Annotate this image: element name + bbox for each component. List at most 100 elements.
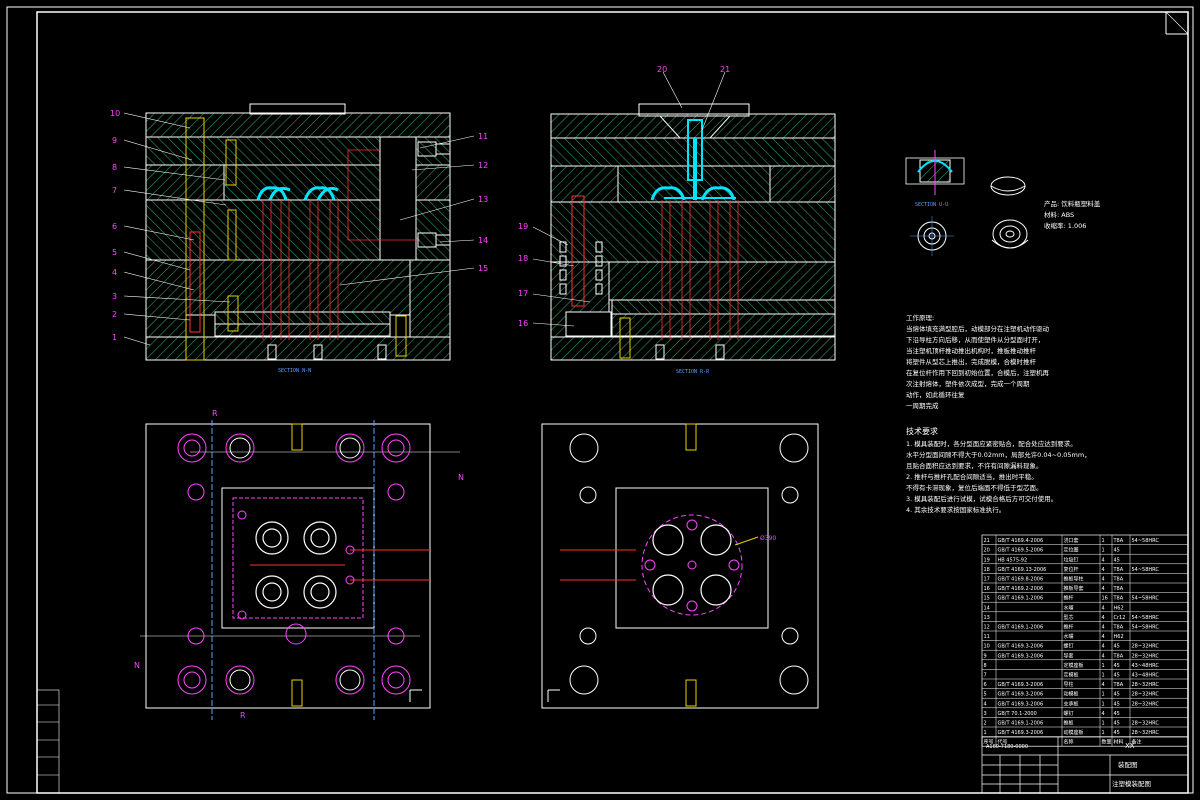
bom-cell: 4 [1102, 682, 1105, 688]
technical-requirements: 技术要求 1. 模具装配时，各分型面应紧密贴合，配合处应达到要求。 水平分型面间… [906, 426, 1091, 514]
bom-cell: 45 [1114, 701, 1120, 707]
bom-cell: T8A [1113, 596, 1124, 602]
bom-cell: T8A [1113, 682, 1124, 688]
bom-cell: 28~32HRC [1132, 701, 1160, 707]
bom-cell: 15 [984, 596, 990, 602]
bom-cell: 浇口套 [1064, 537, 1079, 544]
callout-17: 17 [518, 289, 528, 298]
bom-cell: 1 [984, 730, 987, 736]
bom-cell: 45 [1114, 721, 1120, 727]
bom-cell: GB/T 4169.13-2006 [998, 567, 1047, 573]
margin-strip [36, 689, 60, 794]
bom-cell: 4 [1102, 634, 1105, 640]
bill-of-materials: 21 GB/T 4169.4-2006 浇口套 1 T8A 54~58HRC20 GB/T … [981, 534, 1189, 747]
plan-view-left [140, 420, 460, 720]
bom-cell: 1 [1102, 692, 1105, 698]
tech-req-title: 技术要求 [906, 426, 938, 436]
bom-cell: 垃圾钉 [1064, 556, 1079, 563]
bom-cell: 支承板 [1064, 700, 1079, 707]
unit-name: XX [1125, 742, 1135, 750]
bom-cell: 43~48HRC [1132, 673, 1160, 679]
bom-cell: 16 [1102, 596, 1108, 602]
bom-cell: 定位圈 [1064, 547, 1079, 554]
cad-assembly-drawing: 10 9 8 7 6 5 4 3 2 1 11 12 13 14 15 SECT… [6, 6, 1194, 794]
bom-cell: 28~32HRC [1132, 644, 1160, 650]
bom-cell: 45 [1114, 557, 1120, 563]
bom-cell: GB/T 4169.3-2006 [998, 682, 1044, 688]
bom-cell: GB/T 4169.3-2006 [998, 701, 1044, 707]
bom-cell: 定模座板 [1064, 662, 1084, 669]
bom-cell: 6 [984, 682, 987, 688]
callout-11: 11 [478, 132, 488, 141]
bom-cell: T8A [1113, 577, 1124, 583]
view-marks: R R N N Ø390 [134, 409, 776, 720]
product-shrink: 收缩率: 1.006 [1044, 221, 1086, 230]
callout-20: 20 [657, 65, 667, 74]
work-line-8: 一周期完成 [906, 401, 939, 410]
work-line-4: 将塑件从型芯上推出，完成脱模，合模时推杆 [906, 357, 1037, 366]
bom-cell: 4 [1102, 644, 1105, 650]
work-process: 工作原理: 当熔体填充满型腔后，动模部分在注塑机动作驱动 下沿导柱方向后移，从而… [906, 313, 1050, 410]
work-line-7: 动作，如此循环往复 [906, 390, 965, 399]
bom-cell: 54~58HRC [1132, 615, 1160, 621]
bom-cell: 推板导柱 [1064, 576, 1084, 583]
bom-cell: 16 [984, 586, 990, 592]
section-right [550, 103, 836, 361]
bom-cell: 螺钉 [1064, 710, 1074, 717]
bom-cell: GB/T 4169.2-2006 [998, 586, 1044, 592]
product-views: SECTION U-U [905, 150, 1029, 256]
bom-cell: GB/T 4169.4-2006 [998, 538, 1044, 544]
bom-cell: T8A [1113, 567, 1124, 573]
bom-cell: 8 [984, 663, 987, 669]
bom-cell: GB/T 4169.3-2006 [998, 730, 1044, 736]
bom-cell: 14 [984, 605, 990, 611]
bom-cell: 水嘴 [1064, 633, 1074, 640]
tech-line-2: 水平分型面间隙不得大于0.02mm，局部允许0.04~0.05mm， [906, 450, 1091, 459]
work-process-title: 工作原理: [906, 313, 934, 322]
bom-cell: 28~32HRC [1132, 692, 1160, 698]
product-info: 产品: 饮料瓶塑料盖 材料: ABS 收缩率: 1.006 [1044, 199, 1101, 230]
bom-cell: 推板导套 [1064, 585, 1084, 592]
section-label-small: SECTION U-U [915, 202, 948, 208]
bom-cell: 28~32HRC [1132, 653, 1160, 659]
dimension-diameter: Ø390 [760, 535, 776, 542]
bom-cell: 19 [984, 557, 990, 563]
bom-cell: 1 [1102, 673, 1105, 679]
bom-cell: 4 [1102, 615, 1105, 621]
bom-cell: 4 [1102, 557, 1105, 563]
callout-1: 1 [112, 333, 117, 342]
bom-cell: 45 [1114, 663, 1120, 669]
bom-cell: 20 [984, 548, 990, 554]
bom-cell: 螺钉 [1064, 643, 1074, 650]
bom-cell: 推板 [1064, 720, 1074, 727]
callout-14: 14 [478, 236, 488, 245]
bom-cell: 定模板 [1064, 672, 1079, 679]
callout-19: 19 [518, 222, 528, 231]
bom-cell: 4 [984, 701, 987, 707]
bom-cell: 5 [984, 692, 987, 698]
callout-9: 9 [112, 136, 117, 145]
work-line-6: 次注射熔体，塑件依次成型，完成一个周期 [906, 379, 1030, 388]
callout-6: 6 [112, 222, 117, 231]
work-line-5: 在复位杆作用下回到初始位置，合模后，注塑机再 [906, 368, 1050, 377]
bom-cell: 13 [984, 615, 990, 621]
tech-line-5: 不得有卡滞现象，复位后端面不得低于型芯面。 [906, 483, 1043, 492]
bom-cell: 3 [984, 711, 987, 717]
section-left [145, 103, 451, 361]
bom-cell: HB 4575-92 [998, 557, 1028, 563]
bom-cell: 动模板 [1064, 691, 1079, 698]
callout-13: 13 [478, 195, 488, 204]
bom-cell: T8A [1113, 653, 1124, 659]
bom-header-cell: 数量 [1102, 739, 1112, 746]
bom-cell: 7 [984, 673, 987, 679]
bom-cell: 45 [1114, 730, 1120, 736]
work-line-2: 下沿导柱方向后移，从而使塑件从分型面I打开， [906, 335, 1044, 344]
tech-line-7: 4. 其余技术要求按国家标准执行。 [906, 505, 1005, 514]
bom-cell: 28~32HRC [1132, 682, 1160, 688]
bom-cell: 推杆 [1064, 595, 1074, 602]
bom-cell: H62 [1114, 605, 1124, 611]
drawing-subtitle: 注塑模装配图 [1112, 779, 1151, 788]
callout-21: 21 [720, 65, 730, 74]
bom-cell: Cr12 [1114, 615, 1126, 621]
bom-cell: 45 [1114, 548, 1120, 554]
